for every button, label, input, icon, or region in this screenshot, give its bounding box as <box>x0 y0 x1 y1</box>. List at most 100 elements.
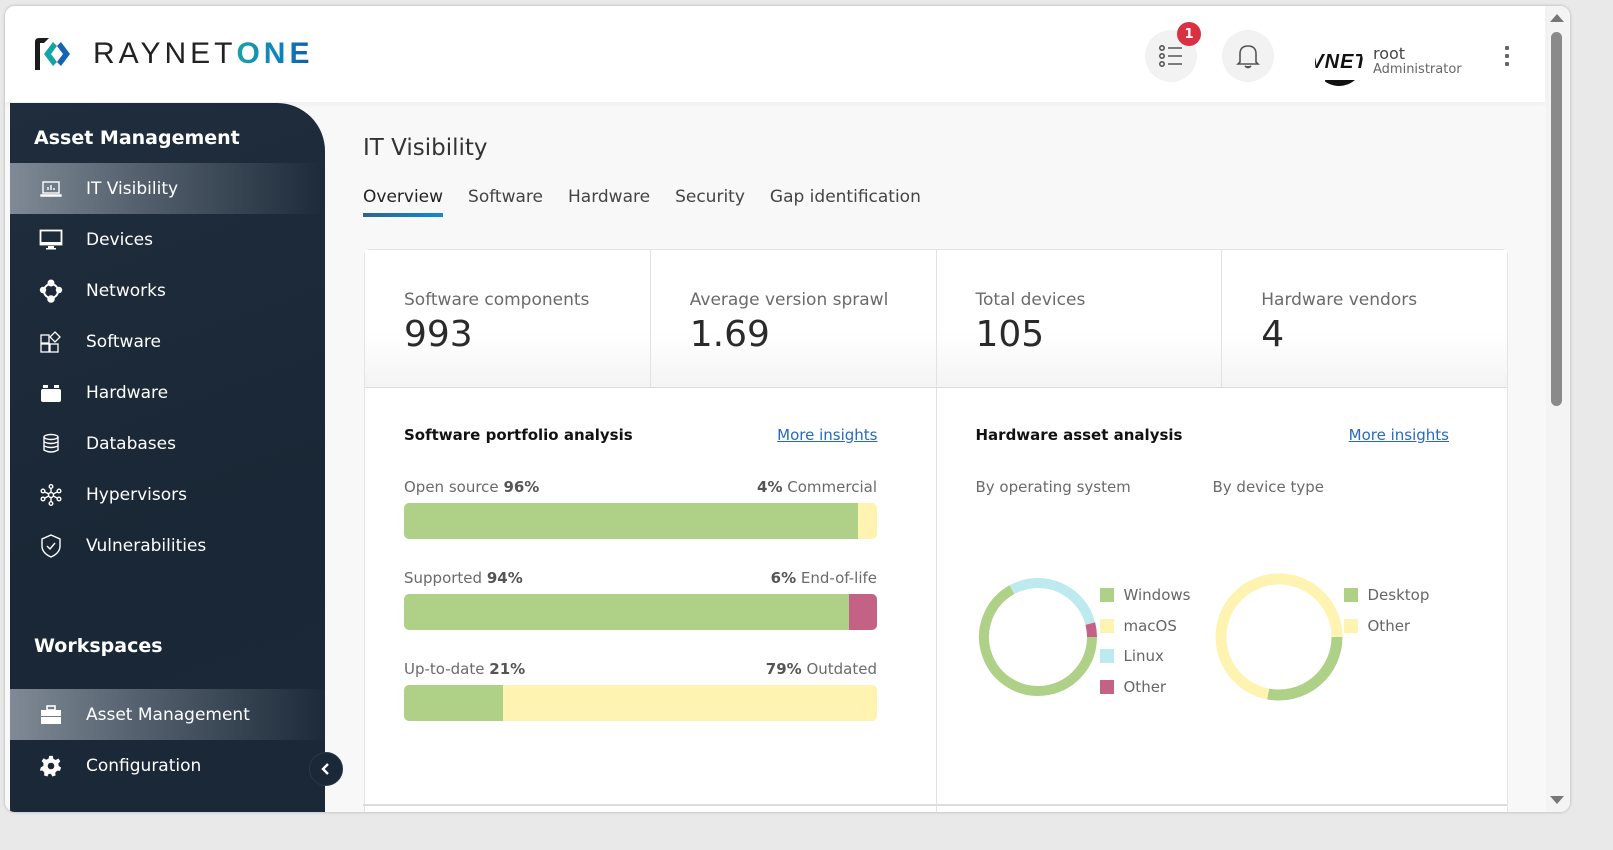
donut-slice-linux[interactable] <box>1009 578 1095 625</box>
ratio-bar <box>404 503 877 539</box>
legend-label: Desktop <box>1367 586 1430 605</box>
legend-item[interactable]: Other <box>1343 611 1430 642</box>
kpi-value: 4 <box>1261 314 1285 355</box>
tab-software[interactable]: Software <box>468 187 543 217</box>
scroll-up-arrow[interactable] <box>1550 14 1564 22</box>
legend-label: Other <box>1123 677 1167 696</box>
legend-swatch <box>1099 588 1114 603</box>
sidebar-item-label: Hypervisors <box>86 484 187 505</box>
sidebar-item-label: Hardware <box>86 382 169 403</box>
tab-gap-identification[interactable]: Gap identification <box>770 187 921 217</box>
sidebar-section-title: Asset Management <box>34 127 240 149</box>
os-chart-label: By operating system <box>975 478 1131 496</box>
sidebar-item-label: Software <box>86 331 161 352</box>
notifications-button[interactable] <box>1222 30 1274 82</box>
tasks-button[interactable]: 1 <box>1145 22 1201 82</box>
kpi-row: Software components 993 Average version … <box>365 250 1507 388</box>
panel-title: Software portfolio analysis <box>404 426 633 444</box>
collapse-sidebar-button[interactable] <box>309 752 343 786</box>
tab-bar: Overview Software Hardware Security Gap … <box>363 187 946 217</box>
right-label: Commercial <box>787 478 877 496</box>
sidebar-item-label: Vulnerabilities <box>86 535 207 556</box>
bar-segment-left <box>404 594 849 630</box>
device-donut-chart <box>1212 570 1346 708</box>
divider <box>363 804 1507 806</box>
kpi-label: Total devices <box>975 290 1086 310</box>
gear-icon <box>38 755 64 777</box>
ratio-bar <box>404 685 877 721</box>
software-blocks-icon <box>38 330 64 353</box>
sidebar-item-label: Databases <box>86 433 176 454</box>
os-legend: Windows macOS Linux Other <box>1099 580 1191 703</box>
legend-item[interactable]: Other <box>1099 672 1191 703</box>
left-percent: 21% <box>489 660 526 678</box>
right-label: End-of-life <box>800 569 877 587</box>
bell-icon <box>1236 45 1260 69</box>
kpi-total-devices: Total devices 105 <box>937 250 1223 387</box>
sidebar-item-label: Networks <box>86 280 166 301</box>
legend-swatch <box>1099 618 1114 633</box>
sidebar-item-networks[interactable]: Networks <box>10 265 325 316</box>
ratio-bar-group: Open source 96% 4% Commercial <box>404 478 877 539</box>
scroll-down-arrow[interactable] <box>1550 796 1564 804</box>
legend-item[interactable]: Desktop <box>1343 580 1430 611</box>
legend-item[interactable]: Linux <box>1099 641 1191 672</box>
bar-labels: Supported 94% 6% End-of-life <box>404 569 877 587</box>
right-label: Outdated <box>806 660 877 678</box>
more-vert-icon[interactable] <box>1499 42 1515 70</box>
user-menu[interactable]: VNET root Administrator <box>1315 38 1462 86</box>
kpi-software-components: Software components 993 <box>365 250 651 387</box>
more-insights-link[interactable]: More insights <box>777 426 877 444</box>
legend-label: Linux <box>1123 647 1164 666</box>
bar-segment-right <box>848 594 877 630</box>
kpi-label: Average version sprawl <box>689 290 889 310</box>
donut-slice-other[interactable] <box>1084 622 1097 638</box>
sidebar-item-devices[interactable]: Devices <box>10 214 325 265</box>
legend-item[interactable]: macOS <box>1099 611 1191 642</box>
scroll-thumb[interactable] <box>1551 32 1562 406</box>
task-list-icon <box>1158 44 1182 67</box>
software-portfolio-panel: Software portfolio analysis More insight… <box>365 388 937 812</box>
legend-swatch <box>1343 588 1358 603</box>
brand-suffix: ONE <box>236 37 314 70</box>
more-insights-link[interactable]: More insights <box>1349 426 1449 444</box>
sidebar-item-hypervisors[interactable]: Hypervisors <box>10 469 325 520</box>
bar-right-label: 79% Outdated <box>766 660 877 678</box>
sidebar-item-hardware[interactable]: Hardware <box>10 367 325 418</box>
ratio-bar <box>404 594 877 630</box>
legend-item[interactable]: Windows <box>1099 580 1190 611</box>
workspace-item-asset-management[interactable]: Asset Management <box>10 689 325 740</box>
sidebar-item-software[interactable]: Software <box>10 316 325 367</box>
logo[interactable]: RAYNETONE <box>33 36 313 72</box>
sidebar-item-it-visibility[interactable]: IT Visibility <box>10 163 325 214</box>
raynet-logo-icon <box>35 38 70 70</box>
kpi-average-version-sprawl: Average version sprawl 1.69 <box>651 250 937 387</box>
ratio-bar-group: Supported 94% 6% End-of-life <box>404 569 877 630</box>
avatar-text: VNET <box>1315 50 1363 73</box>
right-percent: 79% <box>765 660 802 678</box>
tab-hardware[interactable]: Hardware <box>568 187 650 217</box>
vertical-scrollbar[interactable] <box>1546 6 1570 812</box>
database-icon <box>38 433 64 455</box>
sidebar-item-label: Asset Management <box>86 704 250 725</box>
sidebar-item-databases[interactable]: Databases <box>10 418 325 469</box>
kpi-value: 1.69 <box>689 314 770 355</box>
legend-label: macOS <box>1123 616 1177 635</box>
sidebar-item-vulnerabilities[interactable]: Vulnerabilities <box>10 520 325 571</box>
tab-overview[interactable]: Overview <box>363 187 444 217</box>
kpi-label: Hardware vendors <box>1261 290 1418 310</box>
brand-prefix: RAYNET <box>93 37 237 70</box>
legend-swatch <box>1343 618 1358 633</box>
workspace-item-configuration[interactable]: Configuration <box>10 740 325 791</box>
left-percent: 96% <box>503 478 540 496</box>
monitor-icon <box>38 229 64 251</box>
task-count-badge: 1 <box>1177 22 1201 46</box>
left-label: Up-to-date <box>404 660 485 678</box>
donut-slice-desktop[interactable] <box>1266 636 1342 701</box>
tab-security[interactable]: Security <box>675 187 745 217</box>
app-window: RAYNETONE 1 VNET root Administrator As <box>5 6 1570 812</box>
ratio-bar-group: Up-to-date 21% 79% Outdated <box>404 660 877 721</box>
bar-segment-right <box>858 503 877 539</box>
bar-right-label: 6% End-of-life <box>771 569 877 587</box>
legend-label: Other <box>1367 616 1411 635</box>
